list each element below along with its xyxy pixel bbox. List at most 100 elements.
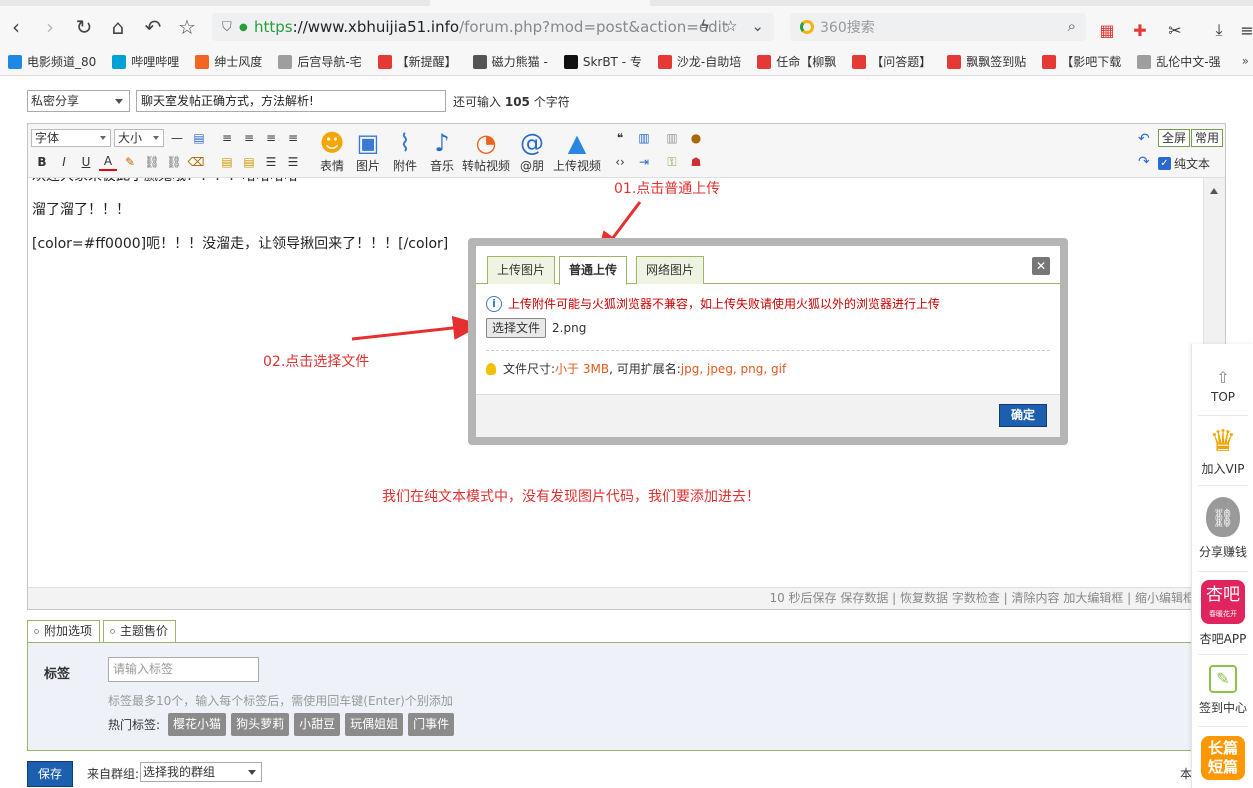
mention-button[interactable]: @ @朋 xyxy=(516,129,548,174)
menu-icon[interactable]: ≡ xyxy=(1238,21,1253,40)
scroll-up-icon[interactable] xyxy=(1210,184,1218,194)
redo-icon[interactable]: ↷ xyxy=(1138,154,1150,170)
signin-center-button[interactable]: ✎ 签到中心 xyxy=(1192,665,1253,716)
common-button[interactable]: 常用 xyxy=(1191,129,1224,147)
plaintext-toggle[interactable]: ✓ 纯文本 xyxy=(1158,155,1210,172)
checkbox-checked-icon[interactable]: ✓ xyxy=(1158,157,1171,170)
bookmark-item[interactable]: 后宫导航-宅 xyxy=(278,53,362,70)
emoticon-button[interactable]: ☻ 表情 xyxy=(316,129,348,174)
repost-video-button[interactable]: ◔ 转帖视频 xyxy=(460,129,512,174)
confirm-button[interactable]: 确定 xyxy=(999,404,1047,427)
password-icon[interactable]: ⚿ xyxy=(663,153,681,171)
align-left-icon[interactable]: ≡ xyxy=(218,129,236,147)
table-icon[interactable]: ▤ xyxy=(190,129,208,147)
address-bar[interactable]: ⛉ ● https://www.xbhuijia51.info/forum.ph… xyxy=(212,13,774,41)
music-button[interactable]: ♪ 音乐 xyxy=(426,129,458,174)
editor-status-bar[interactable]: 10 秒后保存 保存数据 | 恢复数据 字数检查 | 清除内容 加大编辑框 | … xyxy=(28,587,1225,609)
font-select[interactable]: 字体 xyxy=(31,129,111,147)
code-block-icon[interactable]: ▥ xyxy=(635,129,653,147)
unlink-icon[interactable]: ⛓ xyxy=(165,153,183,171)
join-vip-button[interactable]: ♛ 加入VIP xyxy=(1192,424,1253,477)
align-center-icon[interactable]: ≡ xyxy=(240,129,258,147)
tip-size: 小于 3MB xyxy=(555,362,610,376)
bookmark-item[interactable]: 【问答题】 xyxy=(852,53,931,70)
undo-close-icon[interactable]: ↶ xyxy=(141,15,165,39)
align-justify-icon[interactable]: ≡ xyxy=(284,129,302,147)
tab-upload-image[interactable]: 上传图片 xyxy=(487,256,556,284)
bookmark-item[interactable]: 飘飘签到贴 xyxy=(947,53,1026,70)
font-color-icon[interactable]: A xyxy=(99,153,117,171)
chevron-down-icon[interactable]: ⌄ xyxy=(751,17,764,35)
back-icon[interactable]: ‹ xyxy=(4,15,28,39)
lightning-icon[interactable]: ϟ xyxy=(700,17,710,35)
underline-icon[interactable]: U xyxy=(77,153,95,171)
bookmark-item[interactable]: 任命【柳飘 xyxy=(757,53,836,70)
hot-tag[interactable]: 小甜豆 xyxy=(294,713,341,736)
unordered-list-icon[interactable]: ☰ xyxy=(284,153,302,171)
upload-video-button[interactable]: ▲ 上传视频 xyxy=(551,129,603,174)
fullscreen-button[interactable]: 全屏 xyxy=(1158,129,1191,147)
bookmarks-more-icon[interactable]: » xyxy=(1242,54,1249,68)
favorite-star-icon[interactable]: ☆ xyxy=(175,15,199,39)
quote-icon[interactable]: ❝ xyxy=(611,129,629,147)
image-button[interactable]: ▣ 图片 xyxy=(352,129,384,174)
code-icon[interactable]: ‹› xyxy=(611,153,629,171)
search-icon[interactable]: ⌕ xyxy=(1068,17,1076,35)
float-left-icon[interactable]: ▤ xyxy=(218,153,236,171)
category-select[interactable]: 私密分享 xyxy=(27,90,130,112)
url-text[interactable]: https://www.xbhuijia51.info/forum.php?mo… xyxy=(254,18,728,36)
bookmark-item[interactable]: 乱伦中文-强 xyxy=(1137,53,1221,70)
tab-network-image[interactable]: 网络图片 xyxy=(636,256,705,284)
choose-file-button[interactable]: 选择文件 xyxy=(486,318,547,338)
scissors-icon[interactable]: ✂ xyxy=(1166,21,1184,40)
bookmark-item[interactable]: 磁力熊猫 - xyxy=(472,53,548,70)
highlight-icon[interactable]: ✎ xyxy=(121,153,139,171)
stories-button[interactable]: 长篇 短篇 xyxy=(1192,736,1253,780)
home-icon[interactable]: ⌂ xyxy=(106,15,130,39)
size-select[interactable]: 大小 xyxy=(114,129,164,147)
subject-input[interactable]: 聊天室发帖正确方式，方法解析! xyxy=(136,90,446,112)
download-icon[interactable]: ⤓ xyxy=(1210,20,1228,39)
clear-format-icon[interactable]: ⌫ xyxy=(187,153,205,171)
close-icon[interactable]: ✕ xyxy=(1032,257,1050,275)
back-to-top-button[interactable]: ⇧ TOP xyxy=(1192,368,1253,404)
search-box[interactable]: 360搜索 ⌕ xyxy=(790,13,1086,41)
bookmark-item[interactable]: 哔哩哔哩 xyxy=(112,53,179,70)
align-right-icon[interactable]: ≡ xyxy=(262,129,280,147)
link-icon[interactable]: ⛓ xyxy=(143,153,161,171)
tag-input[interactable]: 请输入标签 xyxy=(108,657,259,682)
save-button[interactable]: 保存 xyxy=(27,761,73,787)
group-select[interactable]: 选择我的群组 xyxy=(140,762,262,782)
game-controller-icon[interactable]: ✚ xyxy=(1131,21,1149,40)
ordered-list-icon[interactable]: ☰ xyxy=(262,153,280,171)
app-download-button[interactable]: 杏吧 春暖花开 杏吧APP xyxy=(1192,580,1253,647)
reload-icon[interactable]: ↻ xyxy=(72,15,96,39)
indent-icon[interactable]: ⇥ xyxy=(635,153,653,171)
bookmark-star-icon[interactable]: ☆ xyxy=(724,17,737,35)
hot-tag[interactable]: 玩偶姐姐 xyxy=(345,713,404,736)
attachment-button[interactable]: ⌇ 附件 xyxy=(389,129,421,174)
bookmark-item[interactable]: 绅士风度 xyxy=(195,53,262,70)
bookmark-item[interactable]: 沙龙-自助培 xyxy=(657,53,741,70)
bookmark-item[interactable]: 【新提醒】 xyxy=(377,53,457,70)
background-icon[interactable]: ● xyxy=(687,129,705,147)
forward-icon[interactable]: › xyxy=(38,15,62,39)
qq-icon[interactable]: ☗ xyxy=(687,153,705,171)
bold-icon[interactable]: B xyxy=(33,153,51,171)
italic-icon[interactable]: I xyxy=(55,153,73,171)
bookmark-item[interactable]: 【影吧下载 xyxy=(1042,53,1121,70)
hot-tag[interactable]: 樱花小猫 xyxy=(168,713,227,736)
bookmark-item[interactable]: SkrBT - 专 xyxy=(563,53,642,70)
share-earn-button[interactable]: ⛓ 分享赚钱 xyxy=(1192,497,1253,560)
columns-icon[interactable]: ▥ xyxy=(663,129,681,147)
float-right-icon[interactable]: ▤ xyxy=(240,153,258,171)
tab-extra-options[interactable]: 附加选项 xyxy=(27,620,101,643)
undo-icon[interactable]: ↶ xyxy=(1138,131,1150,147)
tab-normal-upload[interactable]: 普通上传 xyxy=(559,256,628,285)
horizontal-rule-icon[interactable]: — xyxy=(168,129,186,147)
tab-thread-price[interactable]: 主题售价 xyxy=(103,620,177,643)
hot-tag[interactable]: 狗头萝莉 xyxy=(231,713,290,736)
apps-grid-icon[interactable]: ▦ xyxy=(1098,21,1116,40)
bookmark-item[interactable]: 电影频道_80 xyxy=(8,53,96,70)
hot-tag[interactable]: 门事件 xyxy=(408,713,455,736)
